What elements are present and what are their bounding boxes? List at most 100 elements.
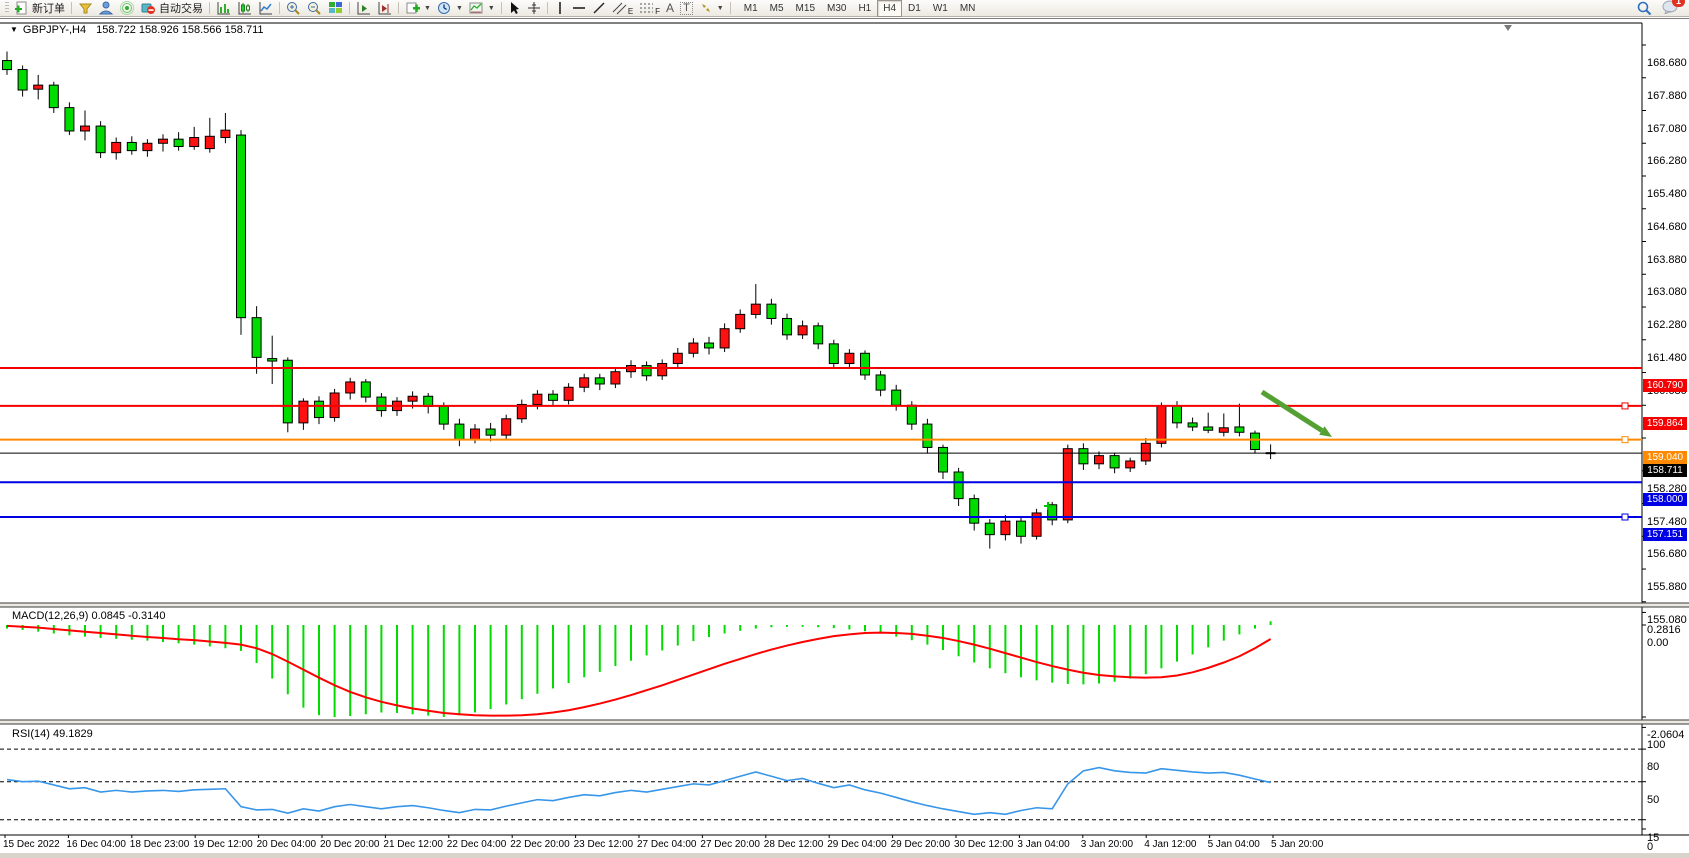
price-badge-157.151: 157.151 <box>1643 528 1687 541</box>
pane-separator[interactable] <box>0 603 1689 607</box>
text-label-button[interactable]: T <box>677 1 696 16</box>
candle-body <box>783 318 792 334</box>
periods-button[interactable]: ▼ <box>434 1 466 16</box>
date-label: 20 Dec 04:00 <box>257 839 317 850</box>
candle-body <box>81 126 90 131</box>
chart-shift-button[interactable] <box>374 1 395 16</box>
profiles-button[interactable] <box>75 1 96 16</box>
auto-trading-label: 自动交易 <box>159 0 203 16</box>
arrows-dropdown-arrow[interactable]: ▼ <box>717 5 724 12</box>
text-button[interactable]: A <box>663 1 677 16</box>
date-label: 21 Dec 12:00 <box>383 839 443 850</box>
channel-icon <box>612 1 628 15</box>
zoom-in-button[interactable] <box>283 1 304 16</box>
candle-body <box>315 401 324 417</box>
separator <box>547 2 548 14</box>
arrows-button[interactable]: ▼ <box>696 1 727 16</box>
new-order-button[interactable]: 新订单 <box>11 1 68 16</box>
candle-body <box>455 424 464 439</box>
templates-button[interactable]: ▼ <box>466 1 498 16</box>
crosshair-button[interactable] <box>524 1 544 16</box>
periods-dropdown-arrow[interactable]: ▼ <box>456 5 463 12</box>
auto-trading-button[interactable]: 自动交易 <box>138 1 206 16</box>
candle-body <box>1157 406 1166 443</box>
chart-shift-marker[interactable] <box>1504 25 1512 31</box>
zoom-in-icon <box>286 1 301 15</box>
chart-symbol-title[interactable]: ▼GBPJPY-,H4158.722 158.926 158.566 158.7… <box>10 24 264 36</box>
timeframe-button-m1[interactable]: M1 <box>738 0 764 17</box>
notifications-button[interactable]: 1 <box>1662 0 1678 17</box>
templates-icon <box>469 1 484 15</box>
tile-windows-icon <box>328 1 343 15</box>
date-label: 3 Jan 20:00 <box>1081 839 1133 850</box>
timeframe-button-mn[interactable]: MN <box>954 0 982 17</box>
chart-area[interactable]: ▼GBPJPY-,H4158.722 158.926 158.566 158.7… <box>0 18 1689 858</box>
timeframe-button-m5[interactable]: M5 <box>764 0 790 17</box>
vertical-line-button[interactable] <box>551 1 569 16</box>
timeframe-button-m30[interactable]: M30 <box>821 0 852 17</box>
search-icon[interactable] <box>1637 1 1652 16</box>
bar-chart-icon <box>216 1 231 15</box>
candle-body <box>1079 449 1088 464</box>
data-window-button[interactable] <box>96 1 117 16</box>
date-label: 4 Jan 12:00 <box>1144 839 1196 850</box>
collapse-triangle-icon[interactable]: ▼ <box>10 25 18 34</box>
auto-scroll-icon <box>356 1 371 15</box>
rsi-axis-label: 80 <box>1647 761 1659 773</box>
pane-separator[interactable] <box>0 720 1689 724</box>
new-order-label: 新订单 <box>32 0 65 16</box>
horizontal-line-button[interactable] <box>569 1 589 16</box>
candle-body <box>346 382 355 393</box>
fibonacci-subscript: F <box>655 7 660 16</box>
ohlc-readout: 158.722 158.926 158.566 158.711 <box>96 24 263 36</box>
timeframe-button-h4[interactable]: H4 <box>877 0 902 17</box>
line-chart-button[interactable] <box>255 1 276 16</box>
candle-body <box>1001 521 1010 535</box>
price-tick-label: 168.680 <box>1647 57 1687 69</box>
rsi-axis-label: 100 <box>1647 739 1665 751</box>
candle-body <box>361 382 370 397</box>
candle-body <box>502 419 511 435</box>
timeframe-button-m15[interactable]: M15 <box>790 0 821 17</box>
signals-icon <box>120 1 135 15</box>
indicators-button[interactable]: ▼ <box>402 1 434 16</box>
zoom-out-button[interactable] <box>304 1 325 16</box>
auto-scroll-button[interactable] <box>353 1 374 16</box>
candlestick-button[interactable] <box>234 1 255 16</box>
timeframe-button-h1[interactable]: H1 <box>852 0 877 17</box>
cursor-button[interactable] <box>505 1 524 16</box>
timeframe-button-w1[interactable]: W1 <box>927 0 954 17</box>
tile-windows-button[interactable] <box>325 1 346 16</box>
price-tick-label: 161.480 <box>1647 352 1687 364</box>
toolbar-right: 1 <box>1637 0 1686 17</box>
fibonacci-icon <box>639 1 655 15</box>
price-tick-label: 155.880 <box>1647 581 1687 593</box>
templates-dropdown-arrow[interactable]: ▼ <box>488 5 495 12</box>
macd-axis-label: 0.2816 <box>1647 624 1681 636</box>
mt4-window: 新订单 自动交易 <box>0 0 1689 858</box>
bar-chart-button[interactable] <box>213 1 234 16</box>
trend-arrow-line[interactable] <box>1262 392 1322 431</box>
price-badge-159.040: 159.040 <box>1643 451 1687 464</box>
timeframe-button-d1[interactable]: D1 <box>902 0 927 17</box>
candle-body <box>814 326 823 344</box>
line-handle[interactable] <box>1622 437 1628 443</box>
price-badge-159.864: 159.864 <box>1643 417 1687 430</box>
signals-button[interactable] <box>117 1 138 16</box>
channel-button[interactable]: E <box>609 1 636 16</box>
indicators-dropdown-arrow[interactable]: ▼ <box>424 5 431 12</box>
rsi-axis-label: 0 <box>1647 841 1653 853</box>
date-label: 15 Dec 2022 <box>3 839 60 850</box>
candle-body <box>1173 406 1182 423</box>
line-handle[interactable] <box>1622 403 1628 409</box>
candle-body <box>1095 456 1104 464</box>
new-order-icon <box>14 1 29 15</box>
trendline-button[interactable] <box>589 1 609 16</box>
fibonacci-button[interactable]: F <box>636 1 663 16</box>
line-handle[interactable] <box>1622 514 1628 520</box>
toolbar: 新订单 自动交易 <box>0 0 1689 17</box>
candle-body <box>580 378 589 387</box>
price-tick-label: 167.880 <box>1647 90 1687 102</box>
candle-body <box>96 126 105 153</box>
candle-body <box>705 343 714 348</box>
